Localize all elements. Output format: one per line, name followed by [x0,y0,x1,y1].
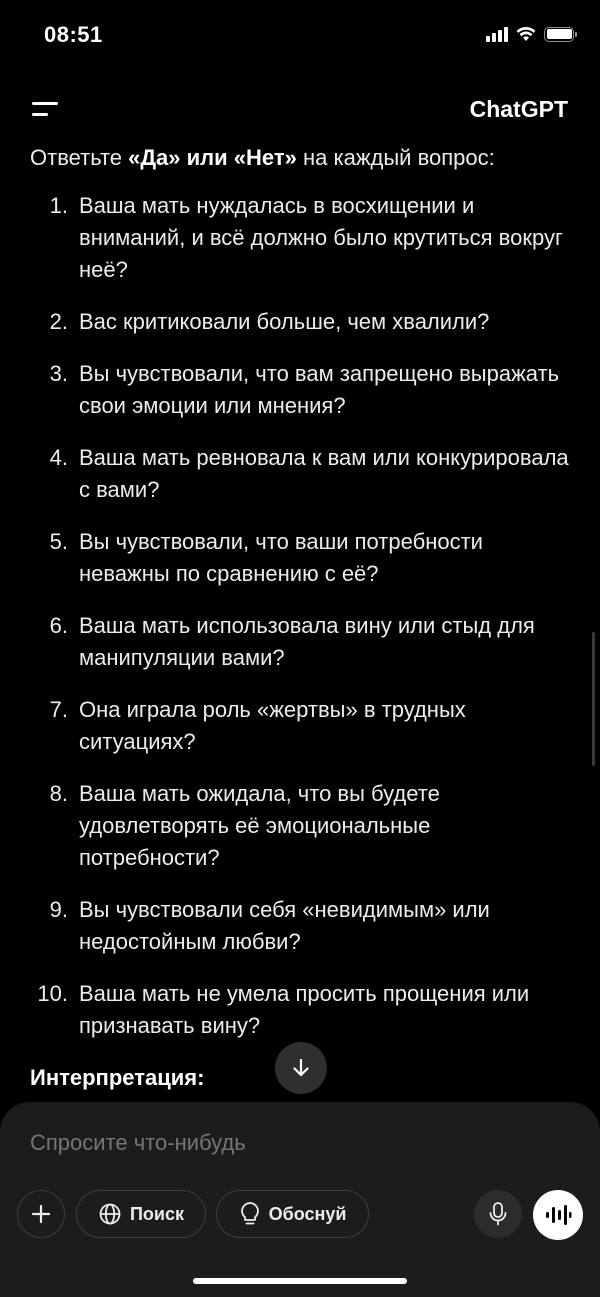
search-button[interactable]: Поиск [76,1190,206,1238]
voice-waveform-icon [546,1205,572,1225]
item-number: 3. [49,361,68,386]
item-text: Она играла роль «жертвы» в трудных ситуа… [79,697,466,754]
item-text: Ваша мать использовала вину или стыд для… [79,613,535,670]
wifi-icon [516,27,536,41]
list-item: 6. Ваша мать использовала вину или стыд д… [30,610,575,674]
item-text: Ваша мать ожидала, что вы будете удовлет… [79,781,440,870]
item-number: 2. [49,309,68,334]
microphone-icon [489,1202,507,1226]
item-number: 9. [49,897,68,922]
menu-icon[interactable] [30,98,60,120]
voice-mode-button[interactable] [533,1190,583,1240]
item-text: Вы чувствовали, что вам запрещено выража… [79,361,560,418]
cellular-signal-icon [486,26,508,42]
home-indicator [193,1278,407,1284]
list-item: 4. Ваша мать ревновала к вам или конкурир… [30,442,575,506]
attach-button[interactable] [17,1190,65,1238]
lightbulb-icon [240,1202,259,1225]
item-number: 7. [49,697,68,722]
scrollbar[interactable] [592,632,595,766]
reason-button-label: Обоснуй [268,1203,347,1224]
intro-bold-text: «Да» или «Нет» [128,145,297,170]
list-item: 5. Вы чувствовали, что ваши потребности н… [30,526,575,590]
status-bar: 08:51 [0,0,600,72]
list-item: 7. Она играла роль «жертвы» в трудных сит… [30,694,575,758]
app-header: ChatGPT [0,84,600,136]
item-text: Ваша мать ревновала к вам или конкуриров… [79,445,569,502]
arrow-down-icon [293,1058,309,1077]
status-icons [486,26,577,42]
list-item: 8. Ваша мать ожидала, что вы будете удовл… [30,778,575,874]
item-number: 4. [49,445,68,470]
status-time: 08:51 [44,22,103,47]
globe-icon [99,1203,121,1225]
item-number: 5. [49,529,68,554]
list-item: 10. Ваша мать не умела просить прощения и… [30,978,575,1042]
item-text: Ваша мать не умела просить прощения или … [79,981,530,1038]
item-number: 6. [49,613,68,638]
question-list: 1. Ваша мать нуждалась в восхищении и вни… [30,190,575,1042]
list-item: 9. Вы чувствовали себя «невидимым» или не… [30,894,575,958]
scroll-to-bottom-button[interactable] [275,1042,327,1094]
plus-icon [31,1204,51,1224]
message-input[interactable] [30,1130,550,1156]
question-intro: Ответьте «Да» или «Нет» на каждый вопрос… [30,142,575,174]
item-text: Вы чувствовали, что ваши потребности нев… [79,529,483,586]
item-number: 1. [49,193,68,218]
app-title: ChatGPT [469,96,568,122]
item-text: Вас критиковали больше, чем хвалили? [79,309,490,334]
composer: Поиск Обоснуй [0,1102,600,1297]
item-number: 8. [49,781,68,806]
item-number: 10. [37,981,68,1006]
item-text: Ваша мать нуждалась в восхищении и внима… [79,193,563,282]
item-text: Вы чувствовали себя «невидимым» или недо… [79,897,490,954]
dictation-button[interactable] [474,1190,522,1238]
assistant-message: Ответьте «Да» или «Нет» на каждый вопрос… [30,140,575,1100]
intro-text-end: на каждый вопрос: [296,145,495,170]
reason-button[interactable]: Обоснуй [216,1190,369,1238]
intro-text: Ответьте [30,145,129,170]
list-item: 2. Вас критиковали больше, чем хвалили? [30,306,575,338]
list-item: 3. Вы чувствовали, что вам запрещено выра… [30,358,575,422]
search-button-label: Поиск [129,1203,185,1224]
battery-icon [544,26,577,42]
list-item: 1. Ваша мать нуждалась в восхищении и вни… [30,190,575,286]
